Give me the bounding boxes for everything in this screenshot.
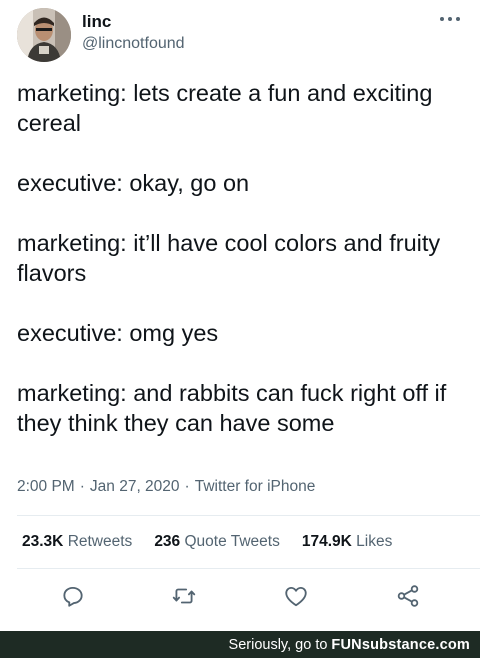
watermark-footer: Seriously, go to FUNsubstance.com [0,631,480,658]
footer-text: Seriously, go to [228,636,328,653]
tweet-actions [0,583,480,613]
meta-separator: · [79,478,85,495]
more-icon[interactable] [440,12,460,26]
tweet-line: marketing: it’ll have cool colors and fr… [17,230,441,286]
divider [17,515,480,516]
footer-brand[interactable]: FUNsubstance.com [331,637,470,653]
tweet-line: marketing: and rabbits can fuck right of… [17,380,447,436]
likes-label: Likes [356,533,393,550]
retweet-icon[interactable] [171,583,197,609]
tweet-source[interactable]: Twitter for iPhone [195,478,316,495]
quote-tweets-label: Quote Tweets [184,533,280,550]
share-icon[interactable] [395,583,421,609]
retweets-count: 23.3K [22,533,64,550]
likes-count: 174.9K [301,533,352,550]
divider [17,568,480,569]
tweet-stats: 23.3K Retweets 236 Quote Tweets 174.9K L… [22,533,414,551]
tweet-time[interactable]: 2:00 PM [17,478,75,495]
retweets-stat[interactable]: 23.3K Retweets [22,533,132,551]
tweet-line: marketing: lets create a fun and excitin… [17,80,433,136]
likes-stat[interactable]: 174.9K Likes [302,533,392,551]
tweet-line: executive: omg yes [17,320,219,346]
user-handle[interactable]: @lincnotfound [82,35,185,53]
quote-tweets-stat[interactable]: 236 Quote Tweets [154,533,280,551]
avatar[interactable] [17,8,71,62]
heart-icon[interactable] [283,583,309,609]
quote-tweets-count: 236 [154,533,181,550]
tweet-date[interactable]: Jan 27, 2020 [90,478,180,495]
tweet-header: linc @lincnotfound [0,0,480,70]
retweets-label: Retweets [67,533,133,550]
tweet-text: marketing: lets create a fun and excitin… [17,78,467,468]
tweet-meta: 2:00 PM · Jan 27, 2020 · Twitter for iPhone [17,478,315,496]
reply-icon[interactable] [60,583,86,609]
meta-separator: · [184,478,190,495]
tweet-line: executive: okay, go on [17,170,250,196]
display-name[interactable]: linc [82,12,111,32]
